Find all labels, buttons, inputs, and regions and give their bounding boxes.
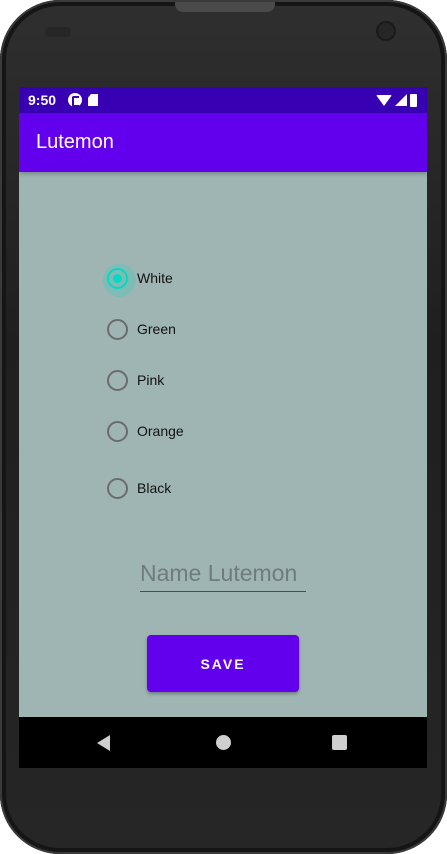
radio-label-green: Green (137, 321, 176, 337)
radio-option-white[interactable]: White (103, 263, 173, 297)
radio-button-orange[interactable] (107, 420, 128, 442)
radio-label-black: Black (137, 480, 172, 496)
radio-button-black[interactable] (107, 477, 128, 499)
name-lutemon-input[interactable] (140, 556, 306, 592)
radio-button-pink[interactable] (107, 369, 128, 391)
device-frame: 9:50 Lutemon White Green Pink Orange Bla… (0, 0, 447, 854)
speaker-grille (175, 2, 275, 12)
radio-label-orange: Orange (137, 423, 184, 439)
radio-label-white: White (137, 270, 173, 286)
app-bar: Lutemon (19, 113, 427, 172)
radio-label-pink: Pink (137, 372, 165, 388)
radio-option-green[interactable]: Green (107, 315, 176, 343)
radio-option-black[interactable]: Black (107, 474, 171, 502)
home-icon[interactable] (216, 735, 231, 750)
save-button[interactable]: SAVE (147, 635, 299, 692)
screen: 9:50 Lutemon White Green Pink Orange Bla… (19, 87, 427, 768)
signal-icon (395, 94, 407, 106)
battery-icon (410, 93, 417, 107)
status-bar: 9:50 (19, 87, 427, 113)
sensor (45, 27, 71, 37)
status-indicators (376, 93, 417, 107)
radio-button-white[interactable] (103, 263, 136, 297)
navigation-bar (19, 717, 427, 768)
wifi-icon (376, 94, 392, 106)
radio-button-green[interactable] (107, 318, 128, 340)
radio-option-pink[interactable]: Pink (107, 366, 164, 394)
status-time: 9:50 (28, 92, 57, 108)
front-camera (378, 23, 394, 39)
radio-option-orange[interactable]: Orange (107, 417, 184, 445)
sd-card-icon (88, 94, 99, 106)
recents-icon[interactable] (332, 735, 347, 750)
back-icon[interactable] (97, 735, 110, 751)
app-notification-icon (68, 93, 83, 107)
app-title: Lutemon (36, 131, 114, 153)
